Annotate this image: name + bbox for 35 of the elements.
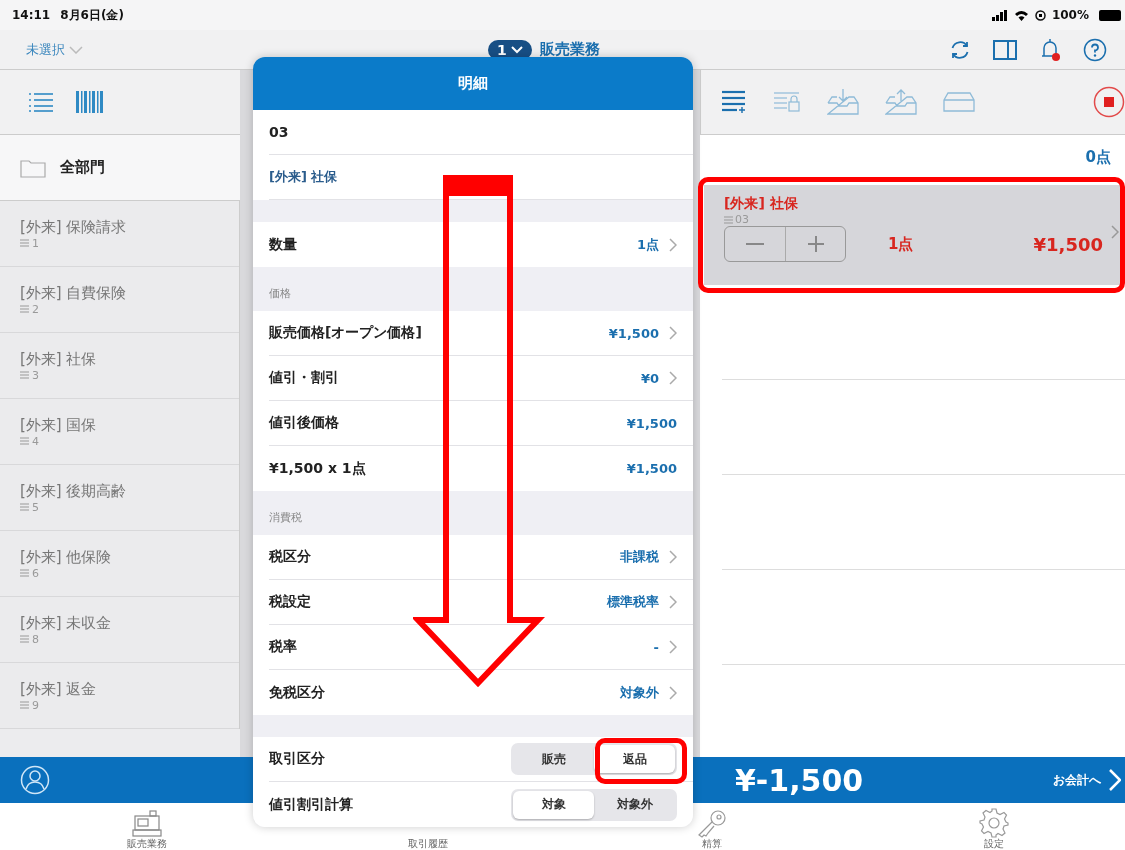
department-name: [外来] 自費保険 xyxy=(20,283,128,303)
department-code: 3 xyxy=(32,368,39,382)
section-heading: 価格 xyxy=(269,286,291,301)
department-name: [外来] 未収金 xyxy=(20,613,113,633)
cart-count: 0点 xyxy=(1085,148,1111,167)
section-heading: 消費税 xyxy=(269,510,302,525)
status-time: 14:11 xyxy=(12,8,51,22)
screen-title: 販売業務 xyxy=(539,40,600,59)
department-code: 2 xyxy=(32,302,39,316)
cart-item-code: 03 xyxy=(735,213,749,226)
total-amount: ¥-1,500 xyxy=(735,762,864,798)
cart-item-name: [外来] 社保 xyxy=(724,195,799,213)
department-name: [外来] 保険請求 xyxy=(20,217,128,237)
department-code: 8 xyxy=(32,632,39,646)
item-code: 03 xyxy=(269,124,289,140)
department-name: [外来] 社保 xyxy=(20,349,98,369)
department-name: [外来] 返金 xyxy=(20,679,98,699)
department-name: [外来] 後期高齢 xyxy=(20,481,128,501)
cart-item-price: ¥1,500 xyxy=(1033,233,1103,255)
department-code: 6 xyxy=(32,566,39,580)
department-code: 1 xyxy=(32,236,39,250)
item-name: [外来] 社保 xyxy=(269,168,338,186)
segment-label: 値引割引計算 xyxy=(269,795,353,814)
status-date: 8月6日(金) xyxy=(60,6,124,24)
department-name: [外来] 他保険 xyxy=(20,547,113,567)
dialog-title: 明細 xyxy=(458,74,488,93)
department-code: 9 xyxy=(32,698,39,712)
detail-row: 値引後価格 ¥1,500 xyxy=(269,401,693,446)
battery-percent: 100% xyxy=(1051,8,1089,22)
department-code: 4 xyxy=(32,434,39,448)
segment-label: 取引区分 xyxy=(269,750,325,768)
cart-item-quantity: 1点 xyxy=(888,234,914,254)
department-code: 5 xyxy=(32,500,39,514)
department-name: [外来] 国保 xyxy=(20,415,98,435)
detail-row-text: ¥1,500 x 1点 ¥1,500 xyxy=(269,458,678,478)
